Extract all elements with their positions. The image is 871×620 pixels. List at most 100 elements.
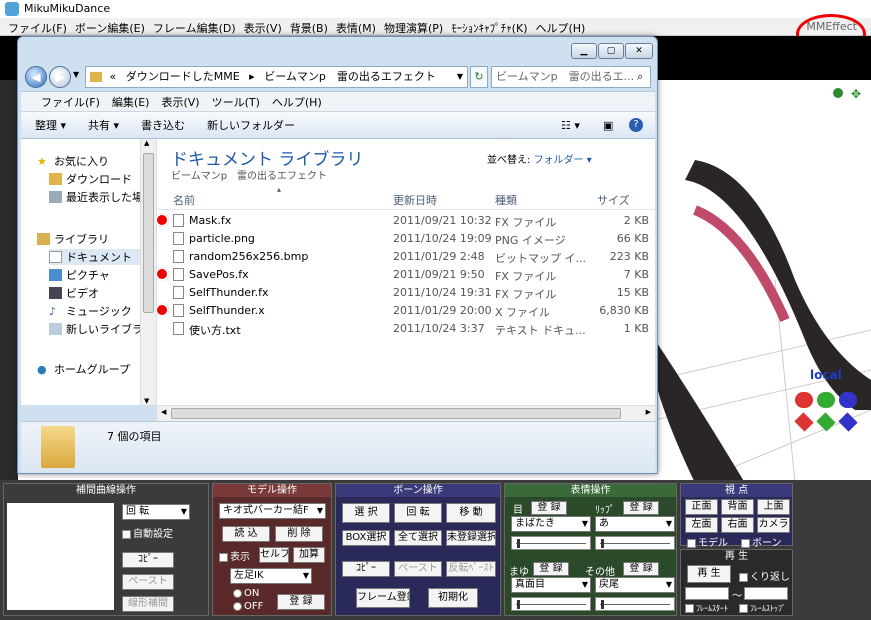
bone-rotate-button[interactable]: 回 転 <box>394 503 442 523</box>
organize-button[interactable]: 整理 ▾ <box>35 117 66 133</box>
mmd-menu-view[interactable]: 表示(V) <box>240 18 286 35</box>
view-front-button[interactable]: 正面 <box>685 499 718 515</box>
file-row[interactable]: random256x256.bmp 2011/01/29 2:48 ビットマップ イ… <box>157 248 655 266</box>
view-camera-button[interactable]: カメラ <box>757 517 790 533</box>
frame-start-input[interactable] <box>685 587 729 600</box>
refresh-button[interactable]: ↻ <box>470 66 488 88</box>
view-options-icon[interactable]: ☷ ▾ <box>561 119 580 132</box>
address-overflow[interactable]: « <box>110 70 117 83</box>
mmd-menu-background[interactable]: 背景(B) <box>286 18 332 35</box>
eye-register-button[interactable]: 登 録 <box>531 501 567 515</box>
file-row[interactable]: particle.png 2011/10/24 19:09 PNG イメージ 66 K… <box>157 230 655 248</box>
col-size[interactable]: サイズ <box>597 192 630 208</box>
brow-morph-select[interactable]: 真面目 <box>511 577 591 593</box>
unregistered-select-button[interactable]: 未登録選択 <box>446 530 496 546</box>
nav-favorites[interactable]: ★ お気に入り <box>37 153 109 169</box>
axis-rotate-icons[interactable] <box>794 390 865 435</box>
hscroll-left[interactable]: ◀ <box>161 408 166 416</box>
loop-check[interactable] <box>739 572 748 582</box>
minimize-button[interactable]: ▁ <box>571 43 597 59</box>
mmd-menu-bone-edit[interactable]: ボーン編集(E) <box>71 18 149 35</box>
linear-interp-button[interactable]: 線形補間 <box>122 596 174 612</box>
frame-stop-input[interactable] <box>744 587 788 600</box>
invert-paste-button[interactable]: 反転ﾍﾟｰｽﾄ <box>446 561 496 577</box>
lip-morph-select[interactable]: あ <box>595 516 675 532</box>
file-row[interactable]: SelfThunder.x 2011/01/29 20:00 X ファイル 6,830… <box>155 302 655 320</box>
local-label[interactable]: local <box>810 368 842 382</box>
auto-setting-check[interactable] <box>122 529 131 539</box>
view-back-button[interactable]: 背面 <box>721 499 754 515</box>
frame-register-button[interactable]: フレーム登録 <box>356 588 410 608</box>
on-radio[interactable]: ON <box>233 588 259 599</box>
view-right-button[interactable]: 右面 <box>721 517 754 533</box>
nav-scrollbar[interactable]: ▲ ▼ <box>140 139 156 405</box>
view-bone-checkbox[interactable]: ボーン <box>741 534 782 549</box>
nav-scroll-down[interactable]: ▼ <box>144 397 149 405</box>
y-rotate-icon[interactable] <box>817 392 835 408</box>
file-row[interactable]: SavePos.fx 2011/09/21 9:50 FX ファイル 7 KB <box>155 266 655 284</box>
nav-videos[interactable]: ビデオ <box>49 285 99 301</box>
nav-music[interactable]: ♪ ミュージック <box>49 303 132 319</box>
move-icon[interactable]: ✥ <box>851 87 861 101</box>
display-checkbox[interactable]: 表示 <box>219 548 250 563</box>
preview-pane-icon[interactable]: ▣ <box>603 119 613 132</box>
nav-homegroup[interactable]: ● ホームグループ <box>37 361 130 377</box>
arrange-by[interactable]: 並べ替え: フォルダー ▾ <box>487 151 592 166</box>
z-move-icon[interactable] <box>838 412 858 432</box>
model-add-button[interactable]: 加算 <box>293 547 325 563</box>
view-left-button[interactable]: 左面 <box>685 517 718 533</box>
nav-recent[interactable]: 最近表示した場 <box>49 189 143 205</box>
interp-rotate-select[interactable]: 回 転 <box>122 504 190 520</box>
model-delete-button[interactable]: 削 除 <box>275 526 323 542</box>
file-list-hscrollbar[interactable]: ◀ ▶ <box>157 405 655 421</box>
help-icon[interactable]: ? <box>629 118 643 132</box>
exp-menu-view[interactable]: 表示(V) <box>155 92 205 111</box>
model-select[interactable]: キオ式バーカー結F <box>219 503 326 519</box>
mmd-menu-file[interactable]: ファイル(F) <box>4 18 71 35</box>
nav-pictures[interactable]: ピクチャ <box>49 267 110 283</box>
display-check[interactable] <box>219 552 228 562</box>
model-bone-select[interactable]: 左足IK <box>230 568 312 584</box>
exp-menu-help[interactable]: ヘルプ(H) <box>266 92 328 111</box>
play-button[interactable]: 再 生 <box>687 565 731 583</box>
bone-move-button[interactable]: 移 動 <box>446 503 496 523</box>
x-move-icon[interactable] <box>794 412 814 432</box>
nav-new-library[interactable]: 新しいライブラ <box>49 321 143 337</box>
mmd-menu-face[interactable]: 表情(M) <box>332 18 380 35</box>
burn-button[interactable]: 書き込む <box>141 117 185 133</box>
maximize-button[interactable]: ▢ <box>598 43 624 59</box>
share-button[interactable]: 共有 ▾ <box>88 117 119 133</box>
mmd-menu-help[interactable]: ヘルプ(H) <box>531 18 589 35</box>
interp-copy-button[interactable]: ｺﾋﾟｰ <box>122 552 174 568</box>
file-row[interactable]: Mask.fx 2011/09/21 10:32 FX ファイル 2 KB <box>155 212 655 230</box>
bone-select-button[interactable]: 選 択 <box>342 503 390 523</box>
view-bone-check[interactable] <box>741 538 750 548</box>
bone-paste-button[interactable]: ペースト <box>394 561 442 577</box>
col-date[interactable]: 更新日時 <box>393 192 437 208</box>
nav-downloads[interactable]: ダウンロード <box>49 171 132 187</box>
other-register-button[interactable]: 登 録 <box>623 562 659 576</box>
close-button[interactable]: ✕ <box>625 43 653 59</box>
off-radio-dot[interactable] <box>233 601 242 611</box>
interp-curve-box[interactable] <box>7 503 114 610</box>
select-all-button[interactable]: 全て選択 <box>394 530 442 546</box>
frame-stop-check[interactable] <box>739 604 748 613</box>
new-folder-button[interactable]: 新しいフォルダー <box>207 117 295 133</box>
self-shadow-button[interactable]: セルフ影 <box>259 547 289 563</box>
mmd-menu-motion-capture[interactable]: ﾓｰｼｮﾝｷｬﾌﾟﾁｬ(K) <box>447 18 531 35</box>
address-crumb-mme[interactable]: ダウンロードしたMME <box>126 70 240 83</box>
view-model-check[interactable] <box>687 538 696 548</box>
box-select-button[interactable]: BOX選択 <box>342 530 390 546</box>
auto-setting-checkbox[interactable]: 自動設定 <box>122 525 173 540</box>
address-dropdown-icon[interactable]: ▼ <box>457 67 463 87</box>
hscroll-thumb[interactable] <box>171 408 621 419</box>
brow-slider[interactable] <box>511 597 591 611</box>
exp-menu-file[interactable]: ファイル(F) <box>35 92 106 111</box>
nav-scroll-thumb[interactable] <box>143 153 154 313</box>
other-morph-select[interactable]: 戻尾 <box>595 577 675 593</box>
bone-copy-button[interactable]: ｺﾋﾟｰ <box>342 561 390 577</box>
exp-menu-tools[interactable]: ツール(T) <box>206 92 266 111</box>
history-dropdown-icon[interactable]: ▼ <box>73 70 79 79</box>
nav-scroll-up[interactable]: ▲ <box>144 139 149 147</box>
off-radio[interactable]: OFF <box>233 601 263 612</box>
